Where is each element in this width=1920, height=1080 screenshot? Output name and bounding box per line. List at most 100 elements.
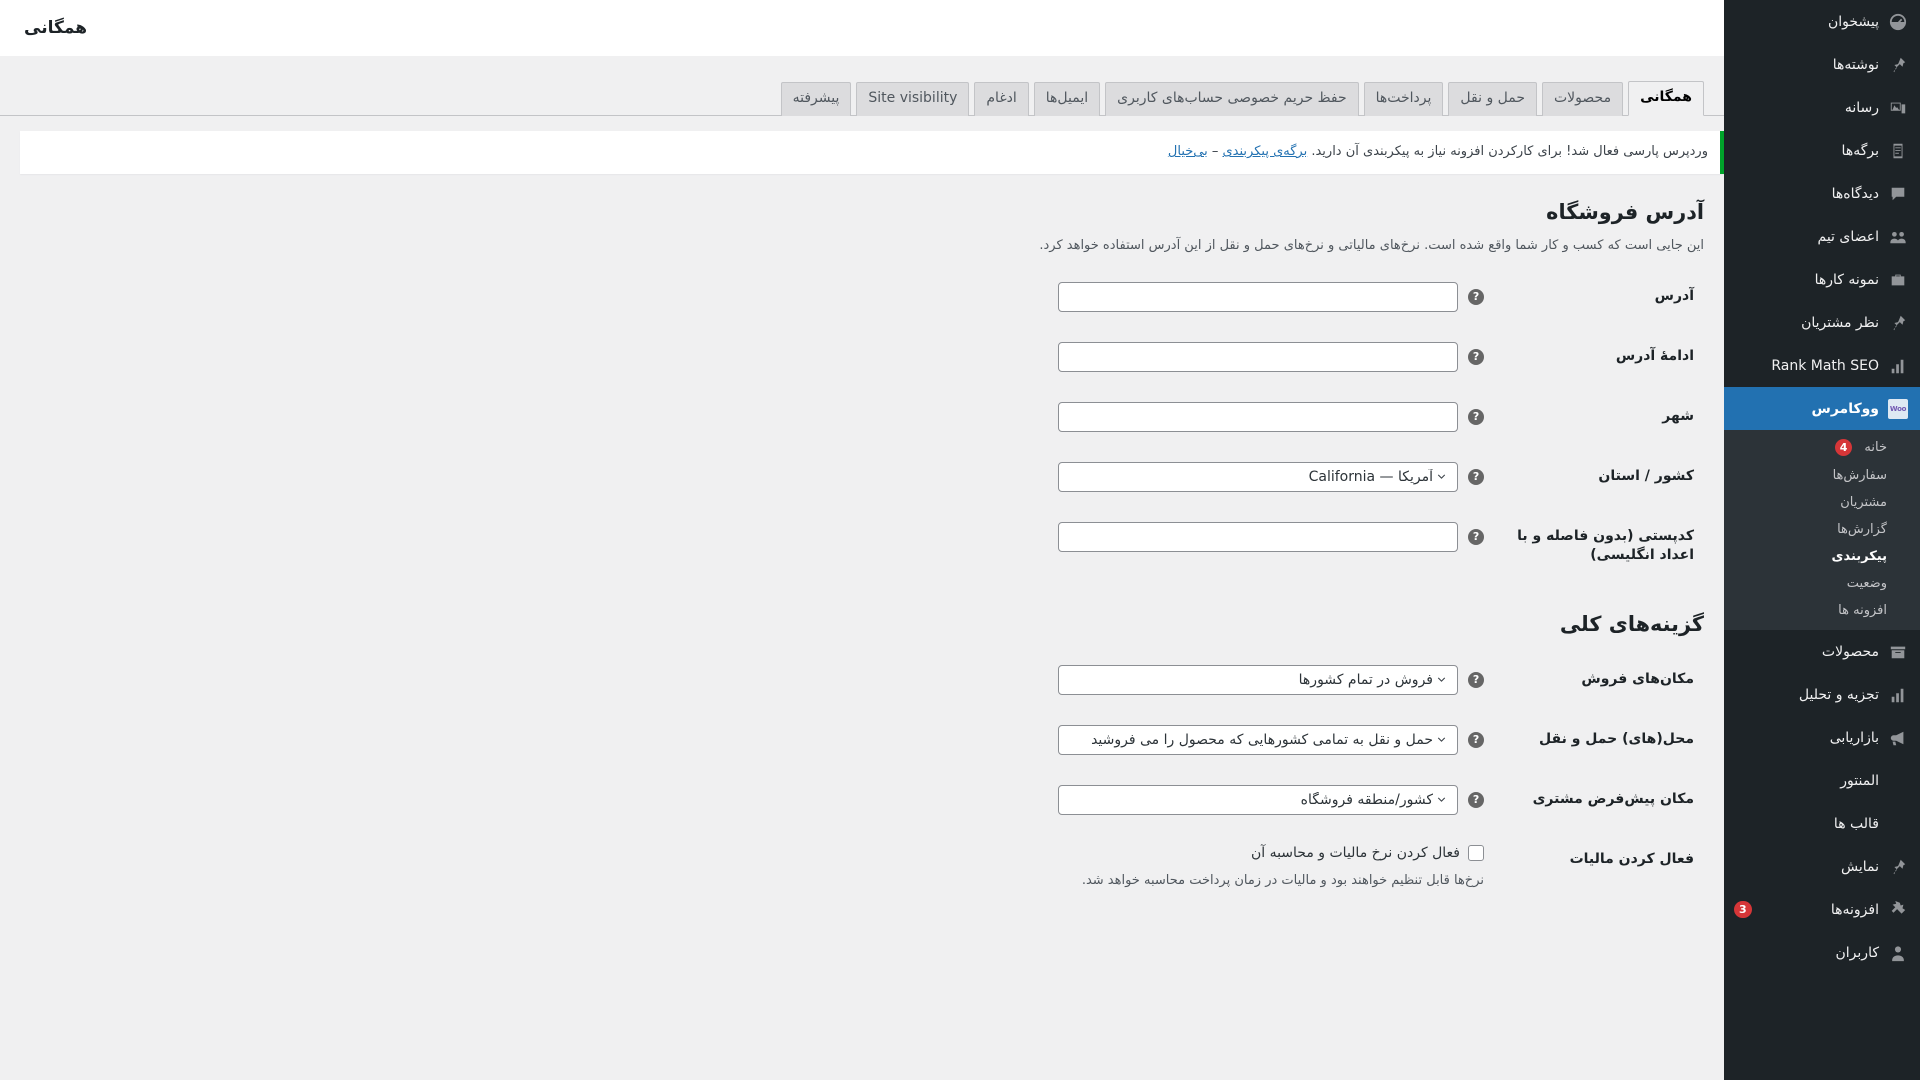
admin-sidebar: پیشخوان نوشته‌ها رسانه برگه‌ها: [1724, 0, 1920, 1080]
sidebar-item-rank-math-seo[interactable]: Rank Math SEO: [1724, 344, 1920, 387]
tab-products[interactable]: محصولات: [1542, 82, 1624, 116]
sidebar-item-label: قالب ها: [1833, 815, 1879, 832]
sidebar-item-analytics[interactable]: تجزیه و تحلیل: [1724, 673, 1920, 716]
enable-taxes-checkbox[interactable]: [1468, 844, 1484, 861]
help-icon[interactable]: ?: [1468, 528, 1484, 545]
sidebar-item-pages[interactable]: برگه‌ها: [1724, 129, 1920, 172]
submenu-item-customers[interactable]: مشتریان: [1724, 489, 1920, 516]
sidebar-item-label: المنتور: [1840, 772, 1879, 789]
submenu-item-label: خانه: [1864, 440, 1887, 455]
sidebar-item-label: دیدگاه‌ها: [1831, 185, 1879, 202]
selling-location-select[interactable]: فروش در تمام کشورها: [1058, 664, 1458, 695]
page-title: همگانی: [24, 18, 88, 38]
label-shipping-location: محل(های) حمل و نقل: [1539, 730, 1694, 747]
sidebar-item-templates[interactable]: قالب ها: [1724, 802, 1920, 845]
store-address-table: آدرس ? ادامهٔ آدرس ? شهر ? کشور / استان …: [20, 267, 1704, 586]
submenu-item-extensions[interactable]: افزونه ها: [1724, 597, 1920, 624]
help-icon[interactable]: ?: [1468, 288, 1484, 305]
label-default-customer-location: مکان پیش‌فرض مشتری: [1532, 790, 1694, 807]
chevron-down-icon: [1433, 469, 1449, 485]
label-selling-location: مکان‌های فروش: [1581, 670, 1694, 687]
chevron-down-icon: [1433, 792, 1449, 808]
form-row-address: آدرس ?: [20, 267, 1704, 327]
tax-note: نرخ‌ها قابل تنظیم خواهند بود و مالیات در…: [1081, 872, 1484, 888]
label-enable-taxes: فعال کردن مالیات: [1569, 850, 1694, 867]
submenu-item-home[interactable]: خانه 4: [1724, 433, 1920, 462]
selling-location-value: فروش در تمام کشورها: [1298, 671, 1433, 688]
notice-config-link[interactable]: برگه‌ی پیکربندی: [1223, 144, 1308, 159]
submenu-item-orders[interactable]: سفارش‌ها: [1724, 462, 1920, 489]
notice-text: وردپرس پارسی فعال شد! برای کارکردن افزون…: [1311, 144, 1708, 159]
main-content: همگانی همگانی محصولات حمل و نقل پرداخت‌ه…: [0, 0, 1724, 1080]
sidebar-item-label: نمونه کارها: [1814, 271, 1879, 288]
submenu-item-label: وضعیت: [1846, 576, 1887, 591]
help-icon[interactable]: ?: [1468, 791, 1484, 808]
sidebar-item-plugins[interactable]: افزونه‌ها 3: [1724, 888, 1920, 931]
sidebar-item-team[interactable]: اعضای تیم: [1724, 215, 1920, 258]
tab-emails[interactable]: ایمیل‌ها: [1033, 82, 1101, 116]
sidebar-item-label: نظر مشتریان: [1801, 314, 1879, 331]
form-row-default-customer-location: مکان پیش‌فرض مشتری ? کشور/منطقه فروشگاه: [20, 770, 1704, 830]
sidebar-item-elementor[interactable]: المنتور: [1724, 759, 1920, 802]
chart-icon: [1888, 356, 1908, 376]
address-input[interactable]: [1058, 281, 1458, 312]
tab-general[interactable]: همگانی: [1628, 81, 1704, 116]
help-icon[interactable]: ?: [1468, 408, 1484, 425]
sidebar-item-marketing[interactable]: بازاریابی: [1724, 716, 1920, 759]
tab-advanced[interactable]: پیشرفته: [780, 82, 852, 116]
sidebar-item-comments[interactable]: دیدگاه‌ها: [1724, 172, 1920, 215]
help-icon[interactable]: ?: [1468, 468, 1484, 485]
sidebar-item-label: بازاریابی: [1829, 729, 1879, 746]
sidebar-item-posts[interactable]: نوشته‌ها: [1724, 43, 1920, 86]
help-icon[interactable]: ?: [1468, 671, 1484, 688]
submenu-item-reports[interactable]: گزارش‌ها: [1724, 516, 1920, 543]
media-icon: [1888, 98, 1908, 118]
templates-icon: [1888, 814, 1908, 834]
submenu-item-status[interactable]: وضعیت: [1724, 570, 1920, 597]
help-icon[interactable]: ?: [1468, 731, 1484, 748]
sidebar-item-customer-reviews[interactable]: نظر مشتریان: [1724, 301, 1920, 344]
store-address-description: این جایی است که کسب و کار شما واقع شده ا…: [1039, 237, 1704, 253]
sidebar-item-label: ووکامرس: [1811, 400, 1880, 417]
sidebar-item-label: افزونه‌ها: [1830, 901, 1879, 918]
tab-integration[interactable]: ادغام: [974, 82, 1029, 116]
city-input[interactable]: [1058, 401, 1458, 432]
sidebar-item-woocommerce[interactable]: Woo ووکامرس: [1724, 387, 1920, 430]
submenu-item-label: گزارش‌ها: [1837, 522, 1887, 537]
postcode-input[interactable]: [1058, 521, 1458, 552]
plugins-count-badge: 3: [1734, 901, 1752, 918]
woo-badge: Woo: [1888, 398, 1908, 419]
sidebar-item-label: رسانه: [1844, 99, 1879, 116]
submenu-item-label: سفارش‌ها: [1832, 468, 1887, 483]
sidebar-item-label: نمایش: [1840, 858, 1879, 875]
sidebar-item-products[interactable]: محصولات: [1724, 630, 1920, 673]
products-icon: [1888, 642, 1908, 662]
default-customer-location-value: کشور/منطقه فروشگاه: [1300, 791, 1433, 808]
users-icon: [1888, 943, 1908, 963]
settings-form: آدرس فروشگاه این جایی است که کسب و کار ش…: [0, 200, 1724, 903]
sidebar-item-dashboard[interactable]: پیشخوان: [1724, 0, 1920, 43]
tab-payments[interactable]: پرداخت‌ها: [1363, 82, 1444, 116]
settings-tabs: همگانی محصولات حمل و نقل پرداخت‌ها حفظ ح…: [0, 56, 1724, 116]
default-customer-location-select[interactable]: کشور/منطقه فروشگاه: [1058, 784, 1458, 815]
store-address-title: آدرس فروشگاه: [1546, 199, 1704, 224]
tab-site-visibility[interactable]: Site visibility: [856, 82, 970, 116]
country-state-select[interactable]: آمریکا — California: [1058, 461, 1458, 492]
page-header: همگانی: [0, 0, 1724, 56]
sidebar-item-appearance[interactable]: نمایش: [1724, 845, 1920, 888]
help-icon[interactable]: ?: [1468, 348, 1484, 365]
orders-count-badge: 4: [1834, 439, 1853, 456]
notice-dismiss-link[interactable]: بی‌خیال: [1168, 144, 1208, 159]
analytics-icon: [1888, 685, 1908, 705]
sidebar-item-media[interactable]: رسانه: [1724, 86, 1920, 129]
shipping-location-select[interactable]: حمل و نقل به تمامی کشورهایی که محصول را …: [1058, 724, 1458, 755]
pin-icon: [1888, 313, 1908, 333]
address-2-input[interactable]: [1058, 341, 1458, 372]
submenu-item-settings[interactable]: پیکربندی: [1724, 543, 1920, 570]
sidebar-item-users[interactable]: کاربران: [1724, 931, 1920, 974]
sidebar-item-portfolio[interactable]: نمونه کارها: [1724, 258, 1920, 301]
sidebar-item-label: کاربران: [1835, 944, 1879, 961]
tab-accounts-privacy[interactable]: حفظ حریم خصوصی حساب‌های کاربری: [1105, 82, 1359, 116]
tab-shipping[interactable]: حمل و نقل: [1448, 82, 1537, 116]
pin-icon: [1888, 55, 1908, 75]
